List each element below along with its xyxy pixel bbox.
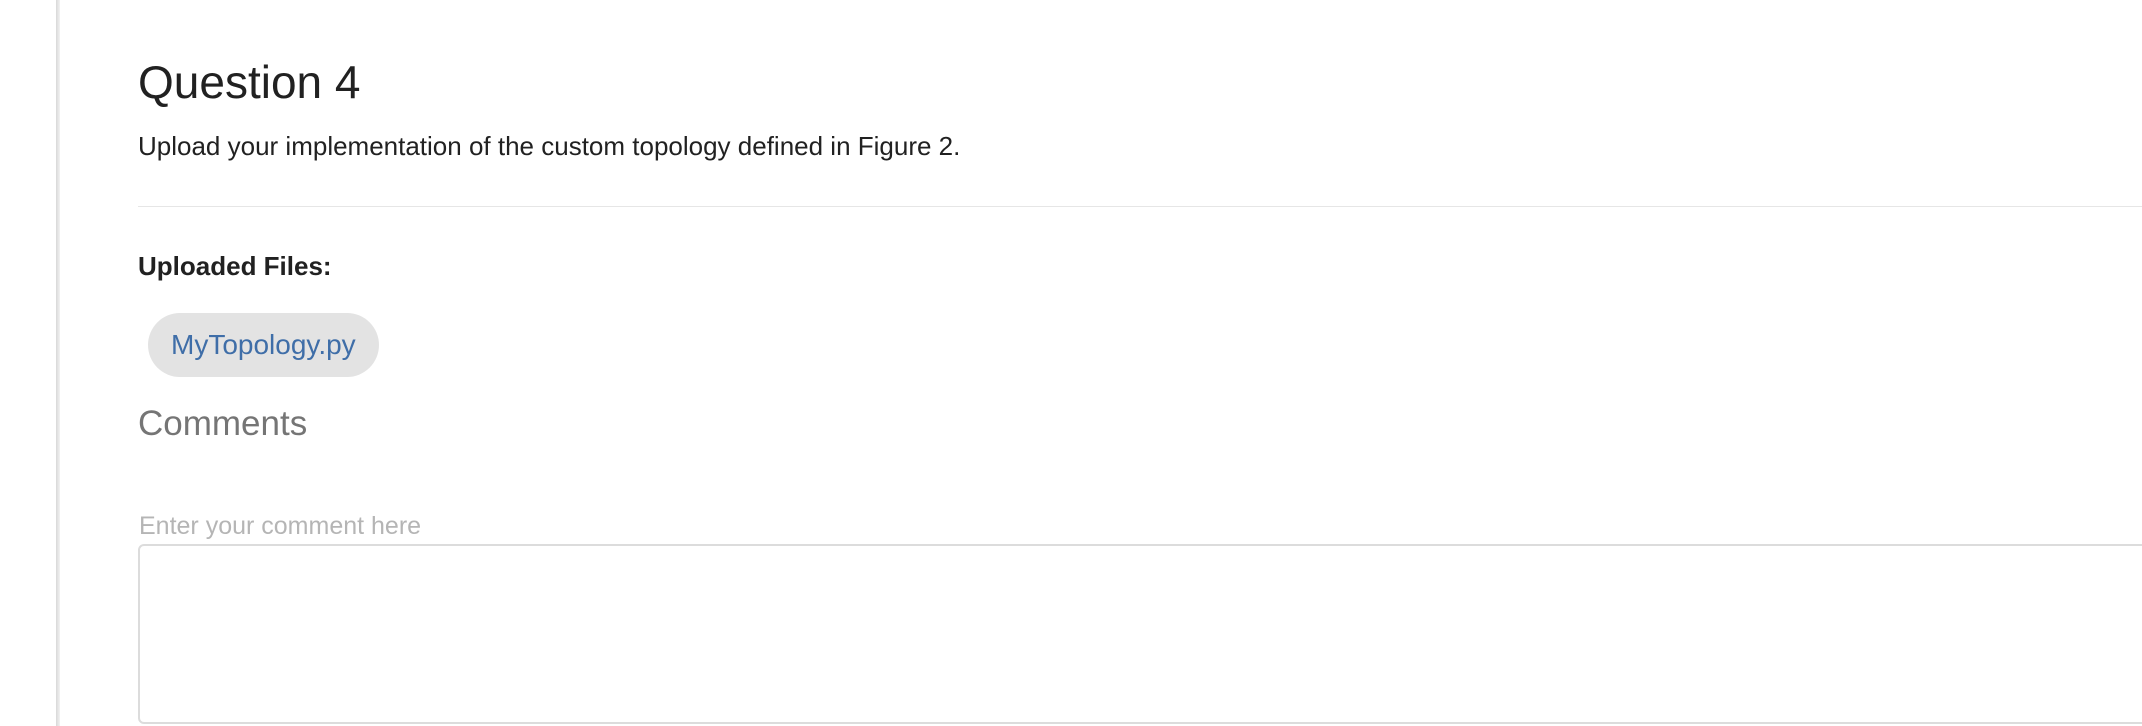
- uploaded-file-chip[interactable]: MyTopology.py: [148, 313, 379, 377]
- uploaded-file-link[interactable]: MyTopology.py: [171, 329, 356, 361]
- comments-heading: Comments: [138, 404, 308, 443]
- section-divider: [138, 206, 2142, 207]
- question-title: Question 4: [138, 56, 361, 108]
- question-content: Question 4 Upload your implementation of…: [138, 0, 2142, 726]
- question-prompt: Upload your implementation of the custom…: [138, 131, 961, 161]
- question-page: Question 4 Upload your implementation of…: [0, 0, 2142, 726]
- left-rail: [0, 0, 56, 726]
- left-rail-border: [56, 0, 60, 726]
- comment-placeholder-label: Enter your comment here: [139, 512, 422, 540]
- comment-textarea[interactable]: [138, 544, 2142, 724]
- uploaded-files-label: Uploaded Files:: [138, 251, 332, 281]
